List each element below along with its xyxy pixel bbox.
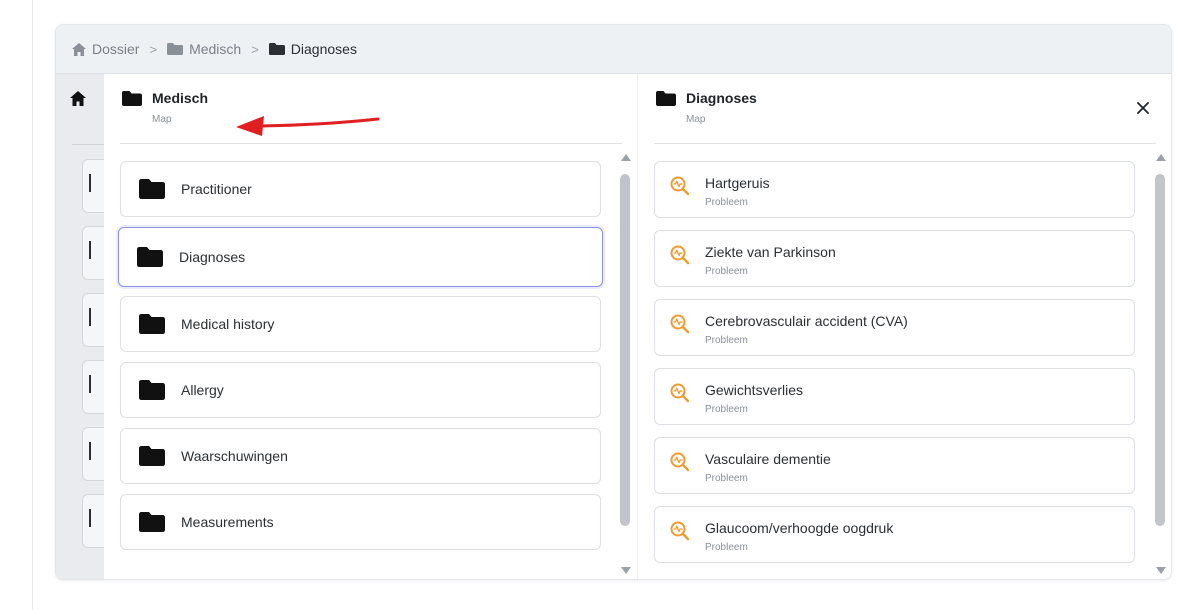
rail-item bbox=[82, 360, 104, 414]
folder-icon bbox=[139, 380, 165, 400]
folder-icon bbox=[139, 512, 165, 532]
diagnosis-label: Vasculaire dementie bbox=[705, 451, 831, 467]
panel-header: Medisch Map bbox=[122, 90, 208, 125]
header-divider bbox=[120, 143, 622, 144]
folder-icon bbox=[139, 446, 165, 466]
diagnosis-type: Probleem bbox=[705, 266, 748, 277]
rail-item bbox=[82, 293, 104, 347]
folder-icon bbox=[139, 179, 165, 199]
folder-item-label: Diagnoses bbox=[179, 249, 246, 265]
rail-item bbox=[82, 159, 104, 213]
folder-item-medical-history[interactable]: Medical history bbox=[120, 296, 601, 352]
diagnosis-type: Probleem bbox=[705, 197, 748, 208]
diagnosis-label: Gewichtsverlies bbox=[705, 382, 804, 398]
scroll-up-icon[interactable] bbox=[1156, 154, 1166, 161]
close-button[interactable] bbox=[1133, 98, 1153, 118]
diagnosis-label: Hartgeruis bbox=[705, 175, 770, 191]
home-icon[interactable] bbox=[70, 91, 86, 106]
diagnosis-label: Glaucoom/verhoogde oogdruk bbox=[705, 520, 894, 536]
diagnosis-item-vasculaire-dementie[interactable]: Vasculaire dementie Probleem bbox=[654, 437, 1135, 494]
diagnosis-item-gewichtsverlies[interactable]: Gewichtsverlies Probleem bbox=[654, 368, 1135, 425]
folder-icon bbox=[656, 91, 676, 106]
diagnosis-item-cva[interactable]: Cerebrovasculair accident (CVA) Probleem bbox=[654, 299, 1135, 356]
diagnosis-item-hartgeruis[interactable]: Hartgeruis Probleem bbox=[654, 161, 1135, 218]
breadcrumb-label: Medisch bbox=[189, 41, 242, 57]
folder-item-measurements[interactable]: Measurements bbox=[120, 494, 601, 550]
rail-item bbox=[82, 427, 104, 481]
problem-search-icon bbox=[670, 452, 690, 472]
breadcrumb-separator: > bbox=[251, 41, 259, 57]
diagnosis-type: Probleem bbox=[705, 335, 748, 346]
panel-subtitle: Map bbox=[152, 114, 172, 125]
folder-item-label: Medical history bbox=[181, 316, 275, 332]
diagnosis-type: Probleem bbox=[705, 404, 748, 415]
panel-title: Diagnoses bbox=[686, 90, 757, 106]
folder-icon bbox=[167, 43, 184, 55]
panel-header: Diagnoses Map bbox=[656, 90, 757, 125]
folder-panel-medisch: Medisch Map Practitioner Diagnoses Medic… bbox=[104, 74, 637, 579]
diagnosis-type: Probleem bbox=[705, 542, 748, 553]
rail-item bbox=[82, 226, 104, 280]
diagnosis-list-scrollbar[interactable] bbox=[1154, 154, 1168, 574]
scrollbar-thumb[interactable] bbox=[1155, 174, 1165, 526]
rail-item bbox=[82, 494, 104, 548]
problem-search-icon bbox=[670, 521, 690, 541]
folder-item-allergy[interactable]: Allergy bbox=[120, 362, 601, 418]
problem-search-icon bbox=[670, 245, 690, 265]
annotation-arrow-icon bbox=[236, 116, 380, 136]
panel-title: Medisch bbox=[152, 90, 209, 106]
breadcrumb-label: Dossier bbox=[92, 41, 140, 57]
folder-icon bbox=[137, 247, 163, 267]
folder-item-practitioner[interactable]: Practitioner bbox=[120, 161, 601, 217]
app-left-edge bbox=[0, 0, 33, 610]
rail-divider bbox=[72, 144, 104, 145]
folder-item-waarschuwingen[interactable]: Waarschuwingen bbox=[120, 428, 601, 484]
breadcrumb-separator: > bbox=[149, 41, 158, 57]
folder-browser-card: Dossier > Medisch > Diagnoses Medisch Ma… bbox=[55, 24, 1172, 580]
diagnosis-label: Cerebrovasculair accident (CVA) bbox=[705, 313, 908, 329]
background-rail bbox=[56, 74, 104, 579]
diagnosis-label: Ziekte van Parkinson bbox=[705, 244, 836, 260]
folder-item-label: Waarschuwingen bbox=[181, 448, 288, 464]
diagnosis-item-glaucoom[interactable]: Glaucoom/verhoogde oogdruk Probleem bbox=[654, 506, 1135, 563]
scroll-up-icon[interactable] bbox=[621, 154, 631, 161]
folder-item-label: Allergy bbox=[181, 382, 224, 398]
folder-item-diagnoses[interactable]: Diagnoses bbox=[118, 227, 603, 287]
folder-icon bbox=[268, 43, 285, 55]
home-icon bbox=[72, 42, 86, 56]
panel-subtitle: Map bbox=[686, 114, 706, 125]
breadcrumb-item-dossier[interactable]: Dossier bbox=[72, 41, 139, 57]
folder-icon bbox=[122, 91, 142, 106]
breadcrumb-label: Diagnoses bbox=[290, 41, 357, 57]
folder-panel-diagnoses: Diagnoses Map Hartgeruis Probleem Ziekte… bbox=[637, 74, 1171, 579]
breadcrumb-item-diagnoses[interactable]: Diagnoses bbox=[268, 41, 357, 57]
scroll-down-icon[interactable] bbox=[1156, 567, 1166, 574]
scroll-down-icon[interactable] bbox=[621, 567, 631, 574]
folder-list-scrollbar[interactable] bbox=[619, 154, 633, 574]
problem-search-icon bbox=[670, 383, 690, 403]
scrollbar-thumb[interactable] bbox=[620, 174, 630, 526]
problem-search-icon bbox=[670, 314, 690, 334]
diagnosis-item-parkinson[interactable]: Ziekte van Parkinson Probleem bbox=[654, 230, 1135, 287]
breadcrumb: Dossier > Medisch > Diagnoses bbox=[56, 25, 1171, 74]
problem-search-icon bbox=[670, 176, 690, 196]
diagnosis-type: Probleem bbox=[705, 473, 748, 484]
folder-item-label: Measurements bbox=[181, 514, 274, 530]
folder-item-label: Practitioner bbox=[181, 181, 252, 197]
folder-icon bbox=[139, 314, 165, 334]
close-icon bbox=[1137, 102, 1149, 114]
header-divider bbox=[654, 143, 1156, 144]
breadcrumb-item-medisch[interactable]: Medisch bbox=[167, 41, 241, 57]
